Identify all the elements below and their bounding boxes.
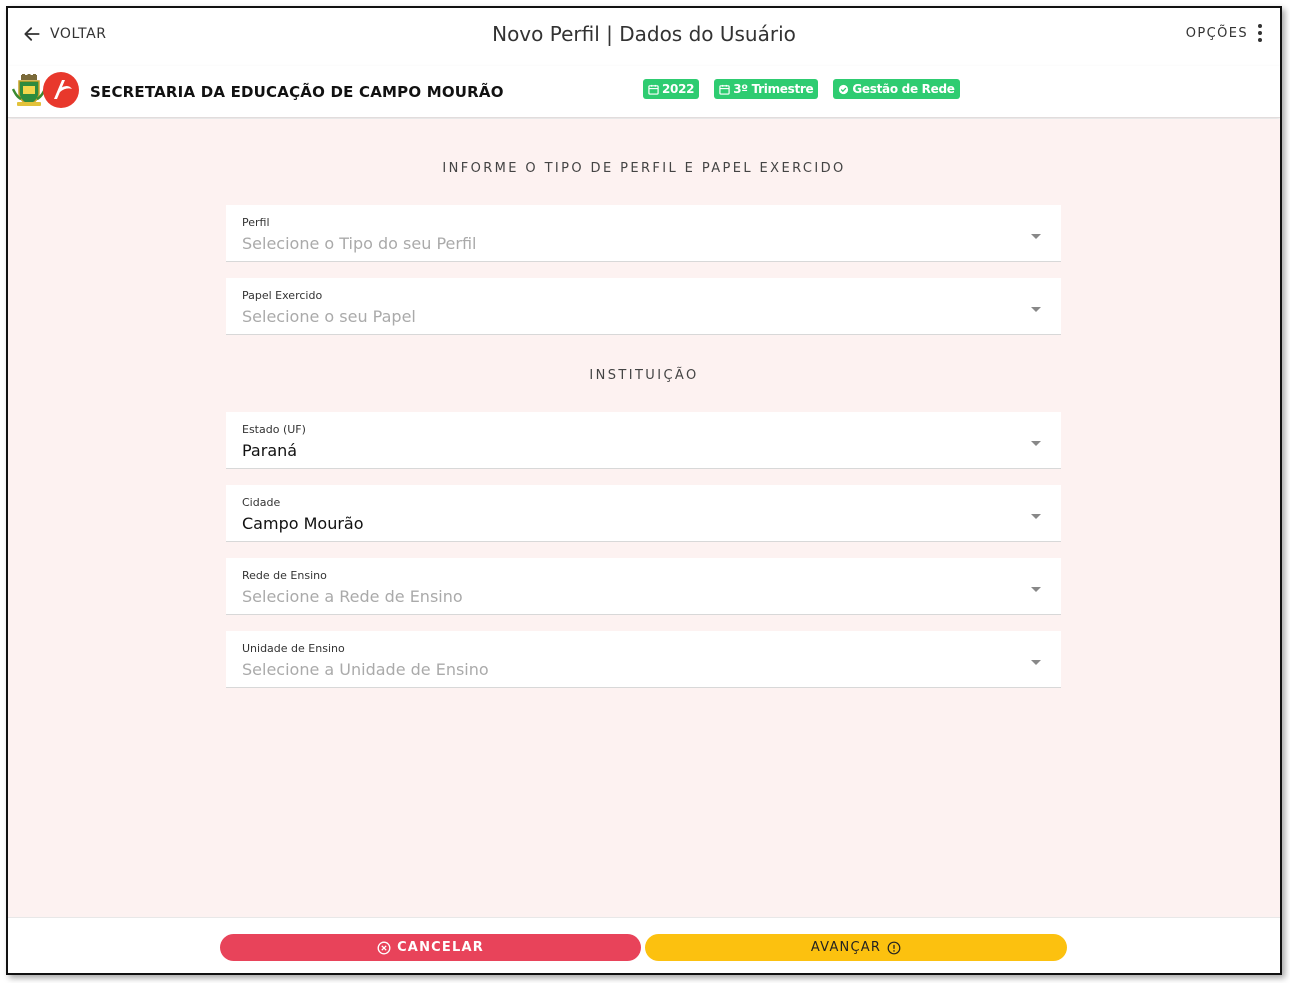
dropdown-arrow-icon — [1031, 234, 1041, 239]
calendar-icon — [648, 84, 659, 95]
role-badge: Gestão de Rede — [833, 79, 960, 99]
dropdown-arrow-icon — [1031, 307, 1041, 312]
field-label: Papel Exercido — [242, 289, 323, 302]
cidade-select[interactable]: Cidade Campo Mourão — [226, 485, 1061, 542]
city-crest-icon — [12, 74, 46, 106]
field-label: Estado (UF) — [242, 423, 306, 436]
alert-circle-icon — [887, 941, 901, 954]
field-value: Paraná — [242, 441, 298, 460]
rede-select[interactable]: Rede de Ensino Selecione a Rede de Ensin… — [226, 558, 1061, 615]
field-label: Perfil — [242, 216, 270, 229]
institution-section-title: INSTITUIÇÃO — [589, 368, 699, 383]
org-header: SECRETARIA DA EDUCAÇÃO DE CAMPO MOURÃO 2… — [8, 66, 1280, 118]
dropdown-arrow-icon — [1031, 587, 1041, 592]
check-circle-icon — [839, 84, 849, 94]
field-value: Campo Mourão — [242, 514, 364, 533]
field-placeholder: Selecione o seu Papel — [242, 307, 416, 326]
footer-bar: CANCELAR AVANÇAR — [8, 917, 1280, 973]
status-badges: 2022 3º Trimestre Gestão de Rede — [643, 79, 960, 99]
field-placeholder: Selecione o Tipo do seu Perfil — [242, 234, 477, 253]
logos — [12, 71, 80, 109]
trimester-badge: 3º Trimestre — [714, 79, 819, 99]
options-button[interactable]: OPÇÕES — [1186, 24, 1262, 42]
top-bar: VOLTAR Novo Perfil | Dados do Usuário OP… — [8, 8, 1280, 62]
papel-select[interactable]: Papel Exercido Selecione o seu Papel — [226, 278, 1061, 335]
next-label: AVANÇAR — [810, 940, 882, 955]
app-window: VOLTAR Novo Perfil | Dados do Usuário OP… — [6, 6, 1282, 975]
field-label: Rede de Ensino — [242, 569, 327, 582]
dropdown-arrow-icon — [1031, 441, 1041, 446]
cancel-label: CANCELAR — [397, 940, 484, 955]
field-label: Cidade — [242, 496, 281, 509]
next-button[interactable]: AVANÇAR — [645, 934, 1067, 961]
field-placeholder: Selecione a Rede de Ensino — [242, 587, 463, 606]
field-label: Unidade de Ensino — [242, 642, 345, 655]
perfil-select[interactable]: Perfil Selecione o Tipo do seu Perfil — [226, 205, 1061, 262]
field-placeholder: Selecione a Unidade de Ensino — [242, 660, 489, 679]
calendar-icon — [719, 84, 730, 95]
dropdown-arrow-icon — [1031, 514, 1041, 519]
page-title: Novo Perfil | Dados do Usuário — [492, 22, 796, 46]
form-content: INFORME O TIPO DE PERFIL E PAPEL EXERCID… — [8, 119, 1280, 917]
org-name: SECRETARIA DA EDUCAÇÃO DE CAMPO MOURÃO — [90, 83, 504, 101]
close-circle-icon — [377, 941, 391, 954]
estado-select[interactable]: Estado (UF) Paraná — [226, 412, 1061, 469]
dropdown-arrow-icon — [1031, 660, 1041, 665]
cancel-button[interactable]: CANCELAR — [220, 934, 641, 961]
more-vertical-icon — [1258, 24, 1262, 42]
unidade-select[interactable]: Unidade de Ensino Selecione a Unidade de… — [226, 631, 1061, 688]
year-badge: 2022 — [643, 79, 700, 99]
options-label: OPÇÕES — [1185, 25, 1248, 41]
profile-section-title: INFORME O TIPO DE PERFIL E PAPEL EXERCID… — [442, 161, 846, 176]
school-emblem-icon — [43, 72, 79, 108]
